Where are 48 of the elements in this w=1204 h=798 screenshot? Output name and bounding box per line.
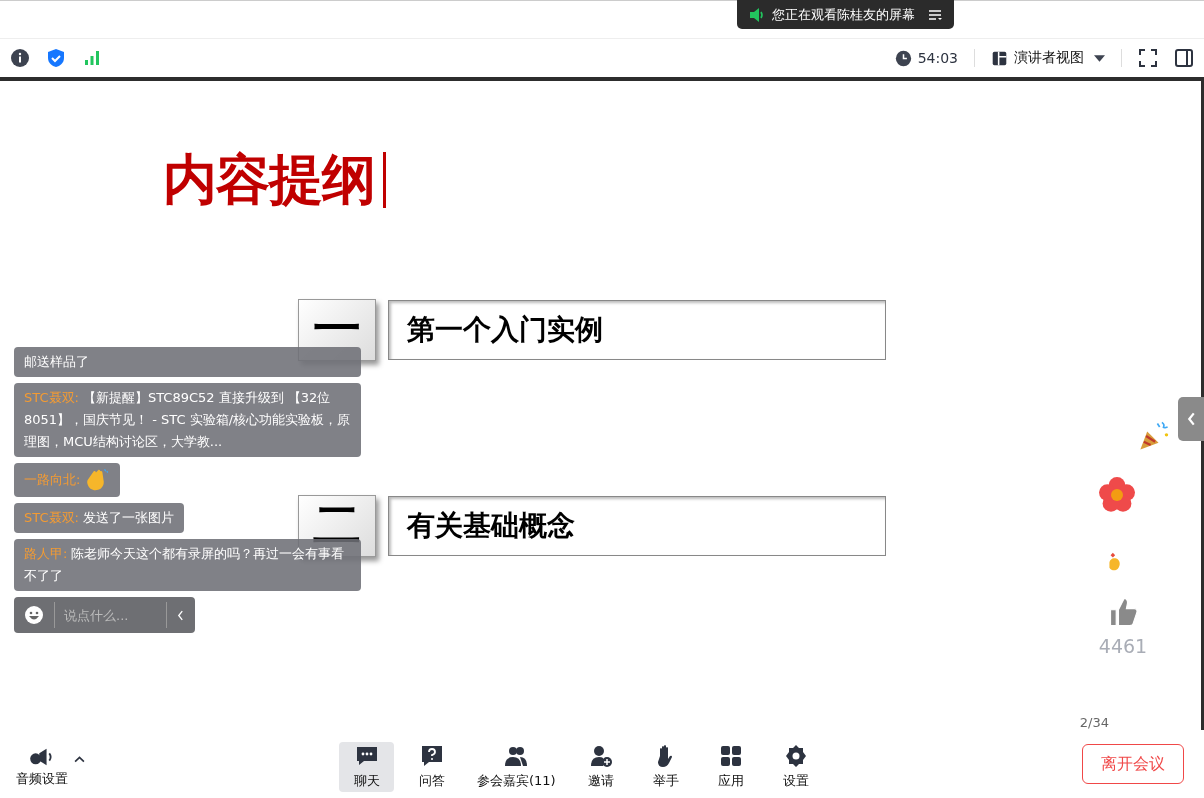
meeting-timer: 54:03: [917, 50, 958, 66]
fullscreen-icon[interactable]: [1138, 48, 1158, 68]
outline-item: 第一个入门实例: [388, 300, 886, 360]
chat-message: 邮送样品了: [14, 347, 361, 377]
flower-icon: [1099, 477, 1135, 513]
leave-meeting-button[interactable]: 离开会议: [1082, 744, 1184, 784]
settings-icon: [784, 744, 809, 768]
people-icon: [504, 744, 529, 768]
add-person-icon: [589, 744, 614, 768]
outline-item: 有关基础概念: [388, 496, 886, 556]
chat-message: 一路向北:: [14, 463, 121, 497]
caret-icon[interactable]: [74, 755, 85, 763]
speaker-icon: [749, 7, 765, 22]
layout-icon: [991, 49, 1008, 67]
toolbar-button[interactable]: 参会嘉宾(11): [469, 742, 564, 792]
shield-icon[interactable]: [46, 48, 66, 68]
view-dropdown[interactable]: 演讲者视图: [991, 49, 1105, 67]
finger-heart-icon: [1106, 551, 1122, 573]
question-icon: [419, 744, 444, 768]
apps-icon: [719, 744, 744, 768]
audio-settings-button[interactable]: 音频设置: [16, 746, 68, 788]
expand-panel-button[interactable]: [1178, 397, 1204, 441]
clapping-hands-icon: [84, 467, 111, 493]
banner-text: 您正在观看陈桂友的屏幕: [772, 5, 915, 24]
emoji-icon[interactable]: [24, 605, 44, 625]
page-number: 2/34: [1079, 715, 1109, 730]
caret-icon: [1094, 54, 1105, 62]
chat-input[interactable]: 说点什么...: [54, 602, 167, 628]
toolbar-button[interactable]: 应用: [703, 742, 759, 792]
toolbar-button[interactable]: 举手: [638, 742, 694, 792]
like-count: 4461: [1098, 635, 1148, 657]
clock-icon: [894, 49, 912, 67]
toolbar-button[interactable]: 聊天: [339, 742, 394, 792]
slide-title: 内容提纲: [163, 146, 375, 213]
chat-bubble-icon: [354, 744, 379, 768]
chevron-left-icon: [1186, 412, 1196, 426]
chat-message: STC聂双: 发送了一张图片: [14, 503, 184, 533]
chat-message: 路人甲: 陈老师今天这个都有录屏的吗？再过一会有事看不了了: [14, 539, 361, 591]
toolbar-button[interactable]: 问答: [404, 742, 459, 792]
info-icon[interactable]: [10, 48, 30, 68]
toolbar-button[interactable]: 设置: [768, 742, 824, 792]
party-popper-icon: [1137, 419, 1171, 453]
sidebar-icon[interactable]: [1174, 48, 1194, 68]
toolbar-button[interactable]: 邀请: [573, 742, 629, 792]
menu-icon[interactable]: [928, 8, 942, 21]
chat-message: STC聂双: 【新提醒】STC89C52 直接升级到 【32位8051】，国庆节见！ - STC 实验箱/核心功能实验板，原理图，MCU结构讨论区，大学教...: [14, 383, 361, 457]
chevron-left-icon: [177, 609, 184, 621]
chat-input-bar[interactable]: 说点什么...: [14, 597, 195, 633]
